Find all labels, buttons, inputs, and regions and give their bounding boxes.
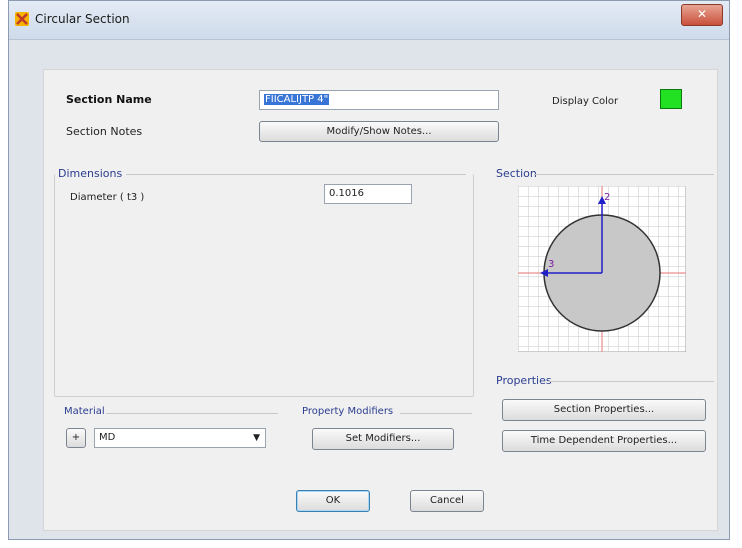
time-dependent-properties-button[interactable]: Time Dependent Properties... — [502, 430, 706, 452]
add-material-button[interactable]: + — [66, 428, 86, 448]
display-color-label: Display Color — [552, 96, 619, 107]
material-selected-value: MD — [99, 432, 116, 443]
property-modifiers-divider — [400, 413, 472, 414]
material-divider — [106, 413, 278, 414]
dimensions-group — [54, 174, 474, 397]
material-group-title: Material — [64, 406, 105, 417]
app-icon — [15, 12, 29, 26]
properties-group-title: Properties — [496, 374, 552, 387]
section-preview-canvas: 2 3 — [517, 185, 687, 353]
diameter-label: Diameter ( t3 ) — [70, 192, 145, 203]
chevron-down-icon: ▼ — [253, 433, 260, 443]
section-divider — [534, 174, 714, 175]
property-modifiers-title: Property Modifiers — [302, 406, 394, 417]
dialog-body: Section Name FIICALIJTP 4" Display Color… — [43, 69, 718, 531]
section-preview-title: Section — [496, 167, 537, 180]
diameter-value: 0.1016 — [329, 188, 364, 199]
axis-2-label: 2 — [604, 192, 610, 203]
section-name-value: FIICALIJTP 4" — [264, 94, 330, 105]
axis-3-label: 3 — [548, 259, 554, 270]
ok-button[interactable]: OK — [296, 490, 370, 512]
modify-show-notes-button[interactable]: Modify/Show Notes... — [259, 121, 499, 142]
section-name-label: Section Name — [66, 93, 152, 106]
section-properties-button[interactable]: Section Properties... — [502, 399, 706, 421]
close-button[interactable]: ✕ — [681, 4, 723, 26]
display-color-swatch[interactable] — [660, 89, 682, 109]
set-modifiers-button[interactable]: Set Modifiers... — [312, 428, 454, 450]
properties-divider — [548, 381, 714, 382]
close-icon: ✕ — [696, 7, 708, 21]
diameter-input[interactable]: 0.1016 — [324, 184, 412, 204]
section-name-input[interactable]: FIICALIJTP 4" — [259, 90, 499, 110]
window-title: Circular Section — [35, 12, 130, 26]
section-notes-label: Section Notes — [66, 125, 143, 138]
cancel-button[interactable]: Cancel — [410, 490, 484, 512]
title-bar[interactable]: Circular Section ✕ — [9, 1, 729, 40]
plus-icon: + — [71, 432, 81, 443]
material-select[interactable]: MD ▼ — [94, 428, 266, 448]
section-drawing: 2 3 — [517, 185, 687, 353]
circular-section-dialog: Circular Section ✕ Section Name FIICALIJ… — [8, 0, 730, 540]
